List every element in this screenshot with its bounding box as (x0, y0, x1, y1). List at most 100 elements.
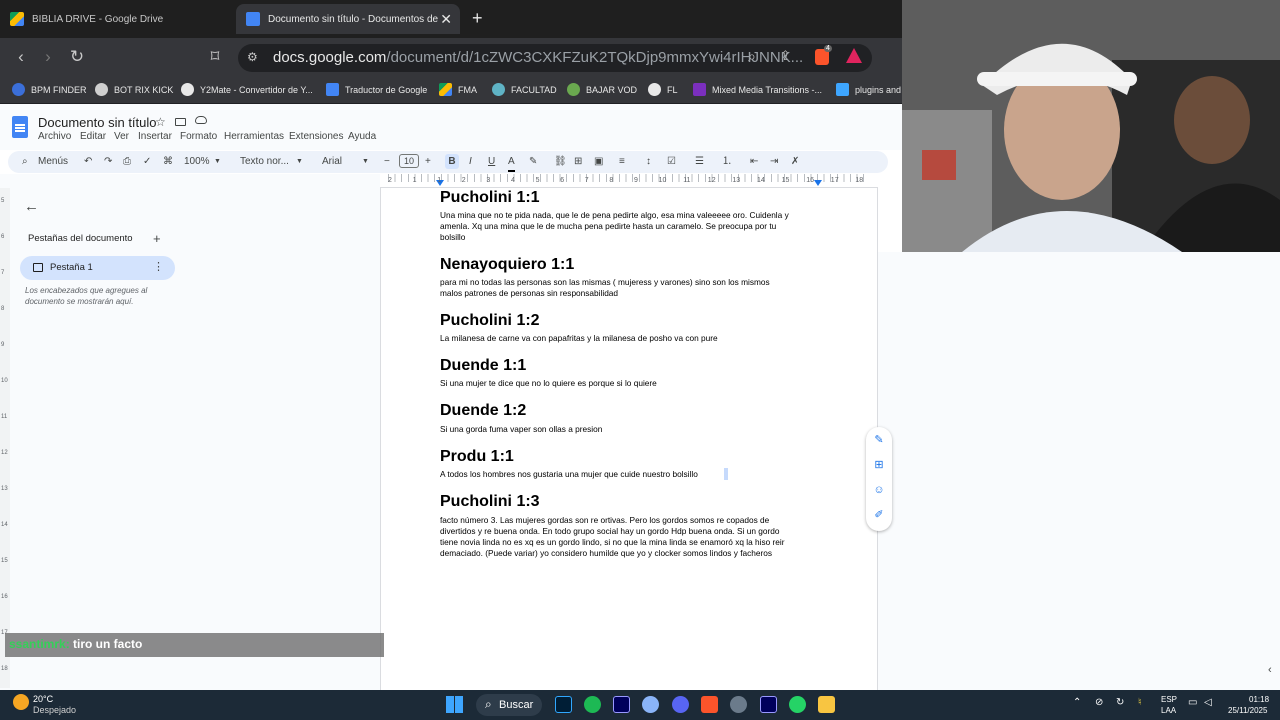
bookmark-fma[interactable]: FMA (439, 76, 477, 103)
increase-indent-icon[interactable]: ⇥ (770, 154, 778, 170)
numbered-list-icon[interactable]: ⒈ (722, 154, 732, 170)
sync-icon[interactable]: ↻ (1116, 697, 1124, 708)
text-color-icon[interactable]: A (508, 154, 515, 172)
star-icon[interactable]: ☆ (155, 115, 166, 129)
add-tab-button[interactable]: + (153, 231, 161, 246)
back-arrow-icon[interactable]: ← (24, 198, 39, 215)
paragraph[interactable]: Si una gorda fuma vaper son ollas a pres… (440, 424, 820, 435)
network-off-icon[interactable]: ⊘ (1095, 697, 1103, 708)
chevron-up-icon[interactable]: ⌃ (1073, 697, 1081, 708)
photoshop-icon[interactable] (555, 696, 572, 713)
heading-pucholini-1-1[interactable]: Pucholini 1:1 (440, 189, 540, 207)
microphone-icon[interactable]: ♮ (1138, 697, 1142, 708)
premiere-icon[interactable] (760, 696, 777, 713)
language-code[interactable]: ESP (1161, 695, 1177, 704)
bookmark-translate[interactable]: Traductor de Google (326, 76, 427, 103)
font-select[interactable]: Arial (322, 154, 342, 170)
weather-icon[interactable] (13, 694, 29, 710)
suggest-edits-icon[interactable]: ✐ (872, 508, 886, 522)
tab-drive[interactable]: BIBLIA DRIVE - Google Drive (0, 4, 232, 34)
more-options-icon[interactable]: ⋮ (153, 260, 164, 273)
add-comment-icon[interactable]: ⊞ (872, 458, 886, 472)
close-tab-icon[interactable]: ✕ (440, 11, 452, 28)
volume-icon[interactable]: ◁ (1204, 697, 1212, 708)
settings-icon[interactable] (642, 696, 659, 713)
heading-pucholini-1-2[interactable]: Pucholini 1:2 (440, 312, 540, 330)
clock-time[interactable]: 01:18 (1249, 695, 1269, 704)
brave-icon[interactable] (701, 696, 718, 713)
tab-docs[interactable]: Documento sin título - Documentos de Goo… (236, 4, 460, 34)
paint-format-icon[interactable]: ⌘ (163, 154, 173, 170)
menu-editar[interactable]: Editar (80, 131, 106, 142)
menu-herramientas[interactable]: Herramientas (224, 131, 284, 142)
document-title[interactable]: Documento sin título (38, 115, 157, 130)
align-icon[interactable]: ≡ (619, 154, 625, 170)
spotify-icon[interactable] (584, 696, 601, 713)
paragraph[interactable]: Una mina que no te pida nada, que le de … (440, 210, 820, 243)
bookmark-y2mate[interactable]: Y2Mate - Convertidor de Y... (181, 76, 313, 103)
paragraph[interactable]: La milanesa de carne va con papafritas y… (440, 333, 820, 344)
site-info-icon[interactable]: ⚙ (247, 50, 258, 64)
brave-rewards-icon[interactable] (846, 48, 862, 63)
line-spacing-icon[interactable]: ↕ (646, 154, 651, 170)
undo-icon[interactable]: ↶ (84, 154, 92, 170)
increase-font-icon[interactable]: + (425, 154, 431, 170)
search-menus-icon[interactable]: ⌕ (22, 154, 28, 170)
cloud-status-icon[interactable] (195, 116, 207, 124)
docs-logo-icon[interactable] (12, 116, 28, 138)
file-explorer-icon[interactable] (818, 696, 835, 713)
forward-icon[interactable]: › (37, 46, 59, 68)
emoji-reaction-icon[interactable]: ☺ (872, 483, 886, 497)
redo-icon[interactable]: ↷ (104, 154, 112, 170)
weather-desc[interactable]: Despejado (33, 705, 76, 715)
style-select[interactable]: Texto nor... (240, 154, 289, 170)
menu-ver[interactable]: Ver (114, 131, 129, 142)
menu-extensiones[interactable]: Extensiones (289, 131, 343, 142)
app-icon[interactable] (730, 696, 747, 713)
heading-duende-1-2[interactable]: Duende 1:2 (440, 402, 526, 420)
bookmark-mixed-media[interactable]: Mixed Media Transitions -... (693, 76, 822, 103)
heading-nenayoquiero-1-1[interactable]: Nenayoquiero 1:1 (440, 256, 574, 274)
windows-start-icon[interactable] (446, 696, 463, 713)
highlight-icon[interactable]: ✎ (529, 154, 537, 170)
back-icon[interactable]: ‹ (10, 46, 32, 68)
new-tab-button[interactable]: + (472, 8, 483, 29)
monitor-icon[interactable]: ▭ (1188, 697, 1197, 708)
link-icon[interactable]: ⛓ (554, 154, 567, 170)
menu-insertar[interactable]: Insertar (138, 131, 172, 142)
bookmark-bot-rix-kick[interactable]: BOT RIX KICK (95, 76, 173, 103)
bookmark-bajar-vod[interactable]: BAJAR VOD (567, 76, 637, 103)
after-effects-icon[interactable] (613, 696, 630, 713)
menu-archivo[interactable]: Archivo (38, 131, 71, 142)
bookmark-icon[interactable]: ⌑ (204, 46, 226, 68)
spellcheck-icon[interactable]: ✓ (143, 154, 151, 170)
right-indent-marker-icon[interactable] (814, 180, 822, 186)
bullet-list-icon[interactable]: ☰ (695, 154, 704, 170)
horizontal-ruler[interactable]: 2 1 1 2 3 4 5 6 7 8 9 10 11 12 13 14 15 16 17 18 (380, 174, 878, 188)
discord-icon[interactable] (672, 696, 689, 713)
weather-temp[interactable]: 20°C (33, 694, 53, 704)
bookmark-bpm-finder[interactable]: BPM FINDER (12, 76, 87, 103)
bold-button[interactable]: B (445, 154, 459, 169)
print-icon[interactable]: ⎙ (123, 154, 131, 170)
clock-date[interactable]: 25/11/2025 (1228, 706, 1267, 715)
add-comment-icon[interactable]: ⊞ (574, 154, 582, 170)
paragraph[interactable]: Si una mujer te dice que no lo quiere es… (440, 378, 820, 389)
insert-image-icon[interactable]: ▣ (594, 154, 603, 170)
taskbar-search[interactable]: ⌕ Buscar (476, 694, 542, 716)
decrease-font-icon[interactable]: − (384, 154, 390, 170)
menu-formato[interactable]: Formato (180, 131, 217, 142)
paragraph[interactable]: para mi no todas las personas son las mi… (440, 277, 820, 299)
clear-formatting-icon[interactable]: ✗ (791, 154, 799, 170)
reload-icon[interactable]: ↻ (66, 46, 88, 68)
menu-ayuda[interactable]: Ayuda (348, 131, 376, 142)
heading-produ-1-1[interactable]: Produ 1:1 (440, 448, 514, 466)
move-folder-icon[interactable] (175, 118, 186, 126)
zoom-select[interactable]: 100% (184, 154, 210, 170)
heading-duende-1-1[interactable]: Duende 1:1 (440, 357, 526, 375)
vertical-ruler[interactable]: 56789101112131415161718 (0, 188, 10, 688)
bookmark-plugins[interactable]: plugins and (836, 76, 901, 103)
heading-pucholini-1-3[interactable]: Pucholini 1:3 (440, 493, 540, 511)
checklist-icon[interactable]: ☑ (667, 154, 676, 170)
search-menus-input[interactable]: Menús (38, 154, 68, 170)
